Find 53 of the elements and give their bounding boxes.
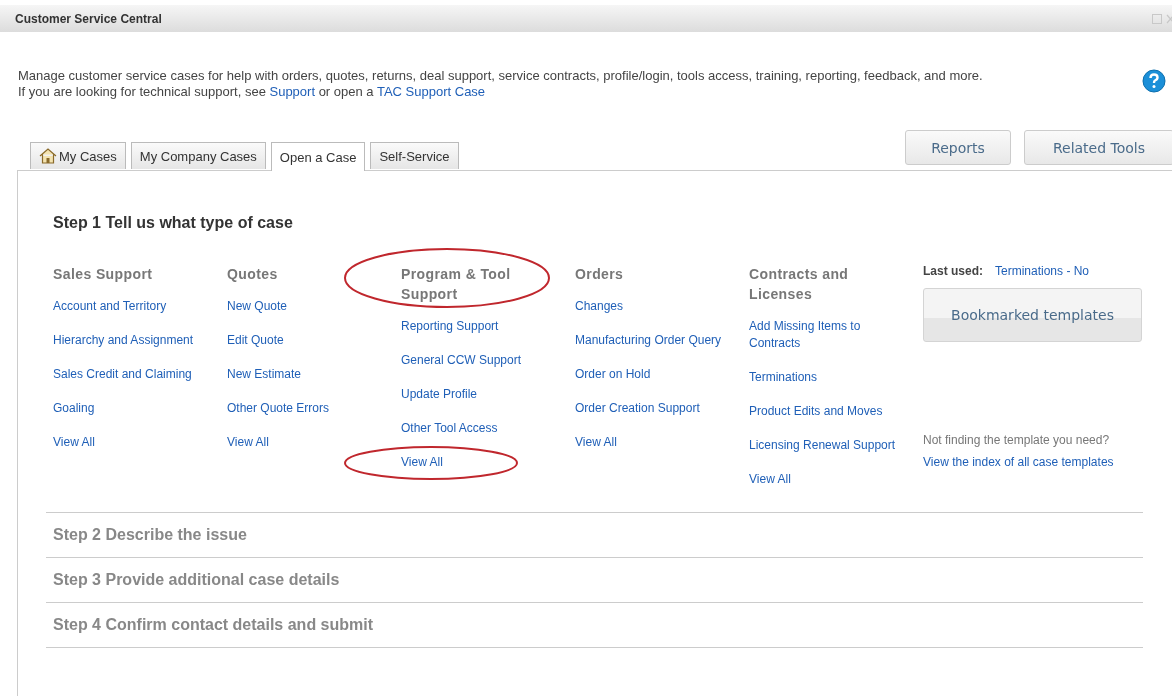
header-button[interactable]: Related Tools xyxy=(1024,130,1172,165)
close-icon[interactable] xyxy=(1166,13,1172,24)
category-link[interactable]: Licensing Renewal Support xyxy=(749,437,896,454)
category-link[interactable]: Order on Hold xyxy=(575,366,651,383)
category-link[interactable]: Other Tool Access xyxy=(401,420,498,437)
template-index-link[interactable]: View the index of all case templates xyxy=(923,455,1114,469)
last-used-label: Last used: xyxy=(923,264,983,278)
category-link[interactable]: View All xyxy=(749,471,791,488)
category-link[interactable]: Other Quote Errors xyxy=(227,400,330,417)
category-link[interactable]: Account and Territory xyxy=(53,298,167,315)
category-link[interactable]: Manufacturing Order Query xyxy=(575,332,722,349)
category-link[interactable]: New Estimate xyxy=(227,366,302,383)
support-link[interactable]: Support xyxy=(269,84,316,99)
category-link[interactable]: Edit Quote xyxy=(227,332,284,349)
tab[interactable]: Self-Service xyxy=(370,142,459,169)
step-title[interactable]: Step 2 Describe the issue xyxy=(46,513,1143,557)
step-title[interactable]: Step 4 Confirm contact details and submit xyxy=(46,603,1143,647)
category-link[interactable]: View All xyxy=(227,434,269,451)
category-link[interactable]: Product Edits and Moves xyxy=(749,403,883,420)
category-link[interactable]: View All xyxy=(401,454,443,471)
intro-text: Manage customer service cases for help with orders, quotes, returns, deal support, service contracts, profile/login, tools access, training, reporting, feedback, and more. If you are looking for technical support, see Support or open a TAC Support Case xyxy=(18,68,984,100)
step-title[interactable]: Step 1 Tell us what type of case xyxy=(46,171,1143,232)
category-heading: Contracts and Licenses xyxy=(749,265,850,304)
category-link[interactable]: Changes xyxy=(575,298,624,315)
help-icon[interactable] xyxy=(1142,69,1166,93)
home-icon xyxy=(39,148,57,164)
category-link[interactable]: Update Profile xyxy=(401,386,478,403)
category-link[interactable]: Sales Credit and Claiming xyxy=(53,366,192,383)
category-link[interactable]: New Quote xyxy=(227,298,288,315)
category-link[interactable]: View All xyxy=(575,434,617,451)
header-button[interactable]: Reports xyxy=(905,130,1011,165)
category-link[interactable]: View All xyxy=(53,434,95,451)
support-link[interactable]: TAC Support Case xyxy=(376,84,486,99)
category-link[interactable]: Hierarchy and Assignment xyxy=(53,332,194,349)
category-heading: Sales Support xyxy=(53,265,153,284)
category-link[interactable]: Order Creation Support xyxy=(575,400,700,417)
bookmarked-templates-button[interactable]: Bookmarked templates xyxy=(923,288,1142,342)
maximize-icon[interactable] xyxy=(1152,13,1162,24)
category-heading: Program & Tool Support xyxy=(401,265,512,304)
category-link[interactable]: Goaling xyxy=(53,400,95,417)
category-heading: Orders xyxy=(575,265,624,284)
category-link[interactable]: General CCW Support xyxy=(401,352,522,369)
category-link[interactable]: Add Missing Items to Contracts xyxy=(749,318,913,352)
last-used-link[interactable]: Terminations - No xyxy=(995,264,1090,278)
tab[interactable]: My Cases xyxy=(30,142,126,169)
tab[interactable]: My Company Cases xyxy=(130,142,266,169)
help-text: Not finding the template you need? xyxy=(923,432,1111,449)
category-heading: Quotes xyxy=(227,265,278,284)
window-title: Customer Service Central xyxy=(15,11,162,26)
category-link[interactable]: Terminations xyxy=(749,369,818,386)
step-title[interactable]: Step 3 Provide additional case details xyxy=(46,558,1143,602)
tab[interactable]: Open a Case xyxy=(270,142,366,171)
category-link[interactable]: Reporting Support xyxy=(401,318,499,335)
